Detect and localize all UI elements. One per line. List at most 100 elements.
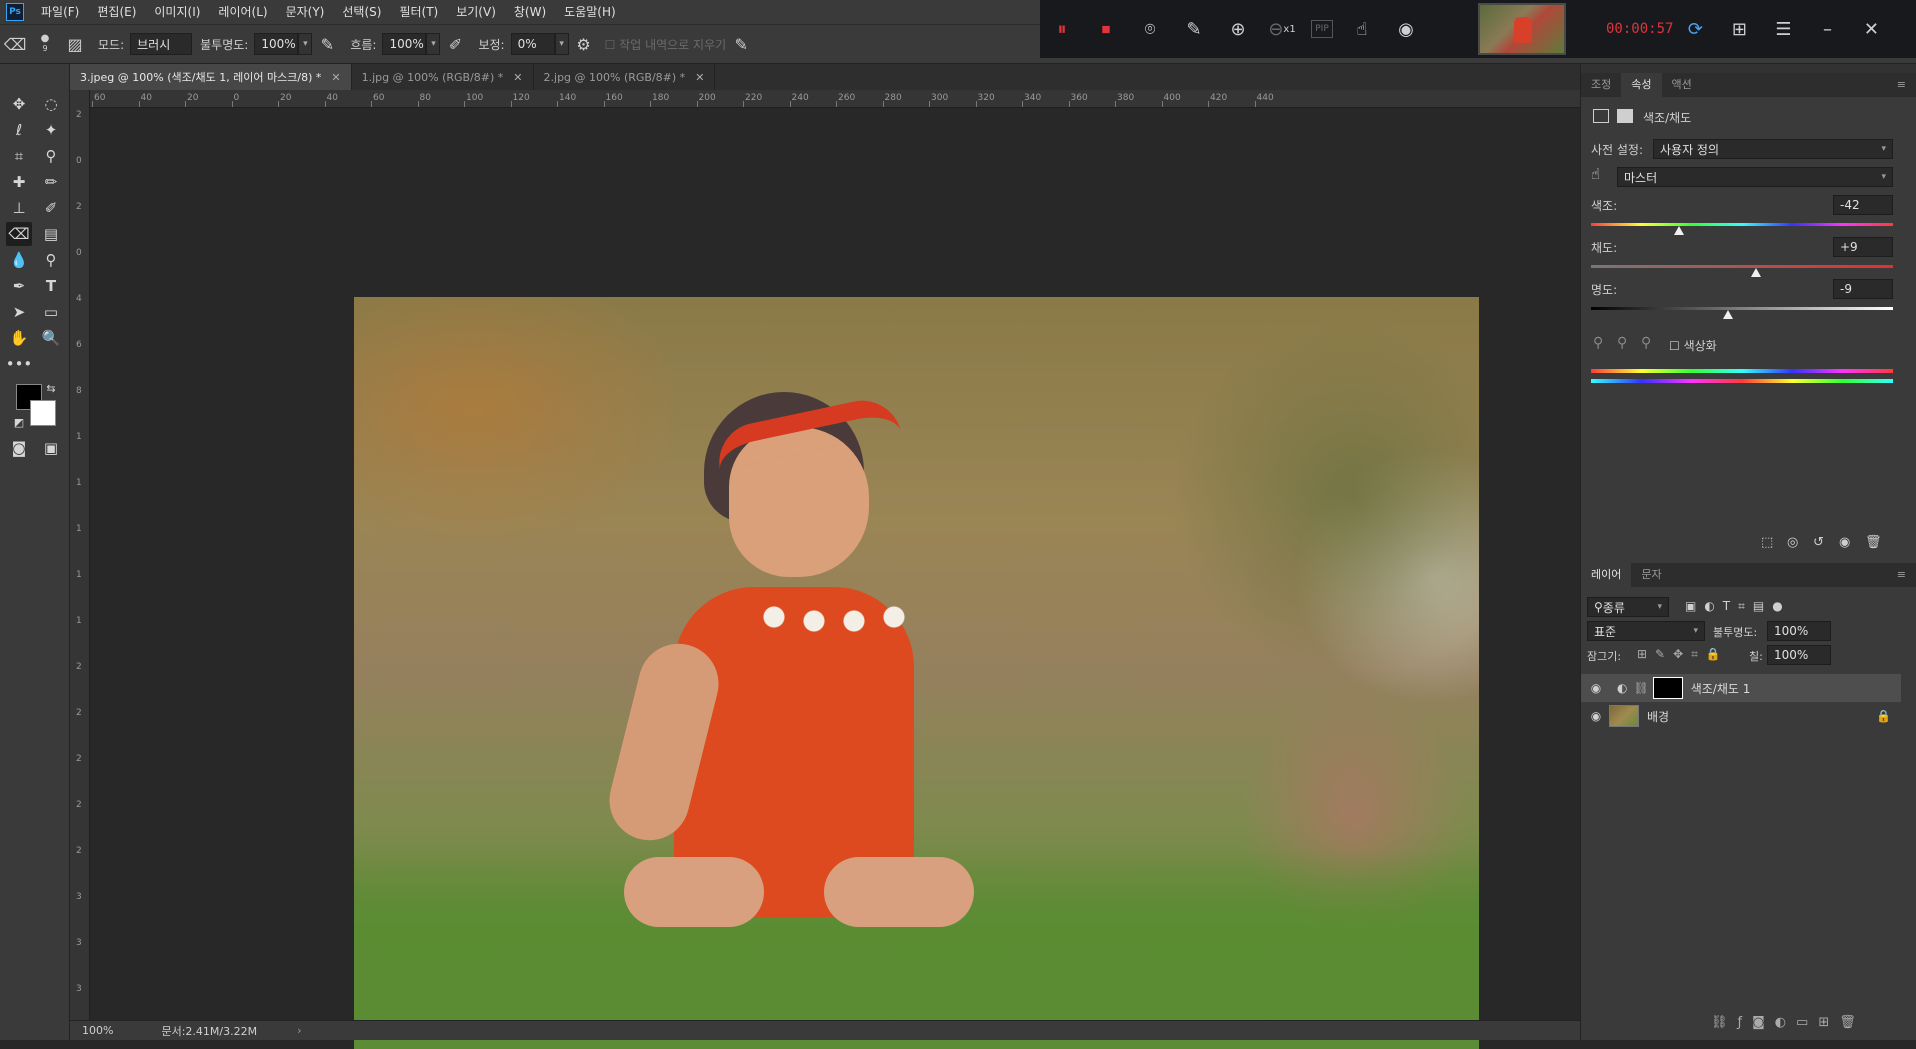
layer-mask-icon[interactable] xyxy=(1617,109,1633,123)
minimize-icon[interactable]: – xyxy=(1812,14,1842,44)
pen-tool-icon[interactable]: ✒ xyxy=(6,274,32,298)
menu-help[interactable]: 도움말(H) xyxy=(555,0,625,24)
screenshot-camera-icon[interactable]: ⌾ xyxy=(1135,14,1165,44)
layers-panel-menu-icon[interactable]: ≡ xyxy=(1887,563,1916,587)
layer-filter-select[interactable]: ⚲ 종류 ▾ xyxy=(1587,597,1669,617)
ellipse-marquee-tool-icon[interactable]: ◌ xyxy=(38,92,64,116)
lightness-slider-thumb[interactable] xyxy=(1723,310,1734,319)
history-brush-tool-icon[interactable]: ✐ xyxy=(38,196,64,220)
smoothing-settings-gear-icon[interactable]: ⚙ xyxy=(573,33,595,55)
pressure-opacity-icon[interactable]: ✎ xyxy=(316,33,338,55)
close-tab-icon[interactable]: ✕ xyxy=(695,71,704,84)
tab-properties[interactable]: 속성 xyxy=(1621,73,1662,97)
colorize-checkbox[interactable]: ☐ 색상화 xyxy=(1669,337,1717,354)
layers-footer-icons[interactable]: ⛓ƒ◙◐▭⊞🗑 xyxy=(1711,1015,1866,1030)
panel-menu-icon[interactable]: ≡ xyxy=(1887,73,1916,97)
quick-mask-icon[interactable]: ◙ xyxy=(6,436,32,460)
hand-tool-icon[interactable]: ✋ xyxy=(6,326,32,350)
adjustment-layer-icon[interactable] xyxy=(1593,109,1609,123)
opacity-input[interactable]: 100% xyxy=(254,33,299,55)
gradient-tool-icon[interactable]: ▤ xyxy=(38,222,64,246)
eraser-tool-preset-icon[interactable]: ⌫ xyxy=(4,33,27,55)
eyedropper-tool-icon[interactable]: ⚲ xyxy=(38,144,64,168)
path-selection-tool-icon[interactable]: ➤ xyxy=(6,300,32,324)
menu-select[interactable]: 선택(S) xyxy=(333,0,390,24)
lightness-input[interactable]: -9 xyxy=(1833,279,1893,299)
cursor-effect-icon[interactable]: ☝ xyxy=(1347,14,1377,44)
brush-size-picker[interactable]: ● 9 xyxy=(34,33,56,55)
zoom-level[interactable]: 100% xyxy=(82,1024,113,1037)
tab-actions[interactable]: 액션 xyxy=(1662,73,1702,97)
tab-layers[interactable]: 레이어 xyxy=(1581,563,1632,587)
hue-input[interactable]: -42 xyxy=(1833,195,1893,215)
screen-mode-icon[interactable]: ▣ xyxy=(38,436,64,460)
menu-window[interactable]: 창(W) xyxy=(505,0,555,24)
smoothing-dropdown[interactable]: ▾ xyxy=(554,33,569,55)
clip-to-layer-icon[interactable]: ⬚ xyxy=(1761,535,1773,550)
rectangle-tool-icon[interactable]: ▭ xyxy=(38,300,64,324)
blend-mode-select[interactable]: 표준 ▾ xyxy=(1587,621,1705,641)
eraser-tool-icon[interactable]: ⌫ xyxy=(6,222,32,246)
blur-tool-icon[interactable]: 💧 xyxy=(6,248,32,272)
airbrush-icon[interactable]: ✐ xyxy=(444,33,466,55)
preset-select[interactable]: 사용자 정의 ▾ xyxy=(1653,139,1893,159)
zoom-in-icon[interactable]: ⊕ xyxy=(1223,14,1253,44)
draw-pen-icon[interactable]: ✎ xyxy=(1179,14,1209,44)
stop-record-icon[interactable]: ⏹ xyxy=(1091,14,1121,44)
brush-panel-icon[interactable]: ▨ xyxy=(64,33,86,55)
menu-file[interactable]: 파일(F) xyxy=(32,0,88,24)
crop-tool-icon[interactable]: ⌗ xyxy=(6,144,32,168)
erase-to-history-checkbox[interactable]: ☐ 작업 내역으로 지우기 xyxy=(605,36,727,53)
tab-adjustments[interactable]: 조정 xyxy=(1581,73,1621,97)
smoothing-input[interactable]: 0% xyxy=(510,33,555,55)
capture-region-icon[interactable]: ⊞ xyxy=(1724,14,1754,44)
channel-select[interactable]: 마스터 ▾ xyxy=(1617,167,1893,187)
tab-document-1[interactable]: 1.jpg @ 100% (RGB/8#) * ✕ xyxy=(352,64,534,90)
type-tool-icon[interactable]: T xyxy=(38,274,64,298)
toggle-visibility-eye-icon[interactable]: ◉ xyxy=(1839,535,1850,550)
layer-row-hue-saturation[interactable]: ◉ ◐ ⛓ 색조/채도 1 xyxy=(1581,674,1901,702)
close-icon[interactable]: ✕ xyxy=(1856,14,1886,44)
brush-tool-icon[interactable]: ✏ xyxy=(38,170,64,194)
swap-colors-icon[interactable]: ⇆ xyxy=(38,376,64,400)
pause-record-icon[interactable]: ⏸ xyxy=(1047,14,1077,44)
hue-slider-thumb[interactable] xyxy=(1673,226,1684,235)
menu-layer[interactable]: 레이어(L) xyxy=(209,0,276,24)
background-color-swatch[interactable] xyxy=(30,400,56,426)
dodge-tool-icon[interactable]: ⚲ xyxy=(38,248,64,272)
menu-edit[interactable]: 편집(E) xyxy=(88,0,145,24)
menu-type[interactable]: 문자(Y) xyxy=(277,0,334,24)
mode-select[interactable]: 브러시 xyxy=(130,33,193,55)
layer-opacity-input[interactable]: 100% xyxy=(1767,621,1831,641)
magic-wand-tool-icon[interactable]: ✦ xyxy=(38,118,64,142)
pip-button[interactable]: PIP xyxy=(1311,20,1333,38)
layer-visibility-eye-icon[interactable]: ◉ xyxy=(1587,681,1605,695)
layer-lock-icon[interactable]: 🔒 xyxy=(1876,709,1891,723)
targeted-adjustment-hand-icon[interactable]: ☝ xyxy=(1591,165,1600,183)
eyedropper-icon[interactable]: ⚲ xyxy=(1593,335,1603,351)
flow-input[interactable]: 100% xyxy=(382,33,427,55)
saturation-slider-thumb[interactable] xyxy=(1750,268,1761,277)
layer-mask-thumbnail[interactable] xyxy=(1652,677,1683,699)
menu-image[interactable]: 이미지(I) xyxy=(145,0,209,24)
more-tools-icon[interactable]: ••• xyxy=(6,352,33,376)
flow-dropdown[interactable]: ▾ xyxy=(426,33,441,55)
default-colors-icon[interactable]: ◩ xyxy=(6,410,32,434)
opacity-dropdown[interactable]: ▾ xyxy=(298,33,313,55)
lightness-slider-track[interactable] xyxy=(1591,307,1893,310)
reset-icon[interactable]: ↺ xyxy=(1813,535,1824,550)
tab-document-3[interactable]: 3.jpeg @ 100% (색조/채도 1, 레이어 마스크/8) * ✕ xyxy=(70,64,352,90)
pressure-size-icon[interactable]: ✎ xyxy=(730,33,752,55)
lasso-tool-icon[interactable]: ℓ xyxy=(6,118,32,142)
zoom-tool-icon[interactable]: 🔍 xyxy=(38,326,64,350)
document-image[interactable] xyxy=(354,297,1479,1049)
hue-slider-track[interactable] xyxy=(1591,223,1893,226)
canvas-area[interactable] xyxy=(90,108,1580,1049)
saturation-input[interactable]: +9 xyxy=(1833,237,1893,257)
tab-document-2[interactable]: 2.jpg @ 100% (RGB/8#) * ✕ xyxy=(534,64,716,90)
tab-character[interactable]: 문자 xyxy=(1631,563,1671,587)
fill-input[interactable]: 100% xyxy=(1767,645,1831,665)
menu-filter[interactable]: 필터(T) xyxy=(390,0,447,24)
visibility-icon[interactable]: ◉ xyxy=(1391,14,1421,44)
eyedropper-add-icon[interactable]: ⚲ xyxy=(1617,335,1627,351)
